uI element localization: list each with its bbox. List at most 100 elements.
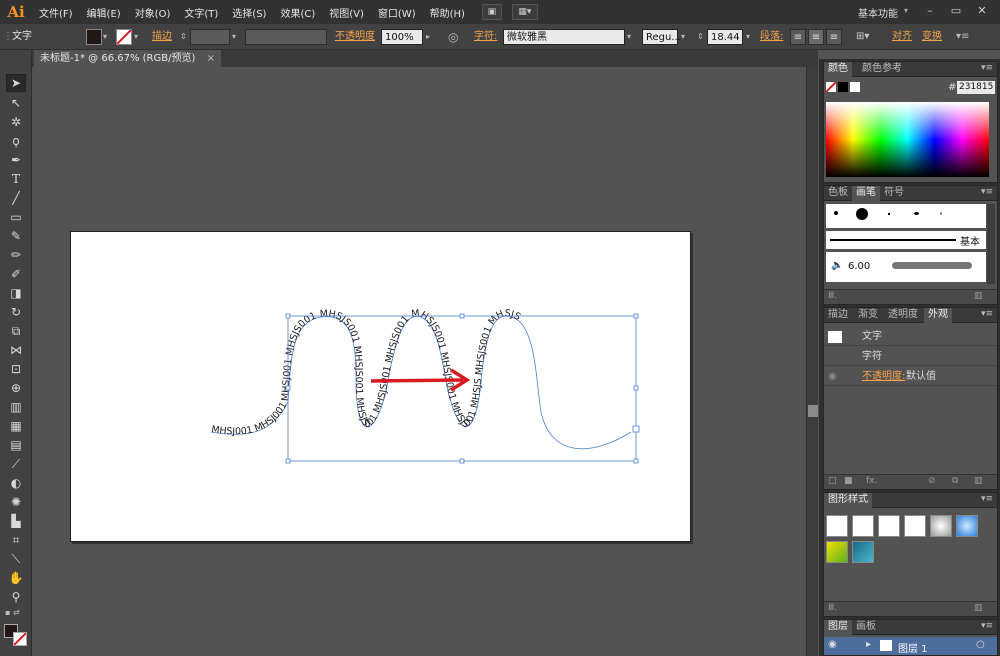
- tab-symbols[interactable]: 符号: [880, 186, 908, 201]
- brush-dot-small[interactable]: [834, 211, 838, 215]
- art-brush-row[interactable]: 🔈 6.00: [826, 252, 986, 282]
- stroke-dropdown-icon[interactable]: ▾: [134, 29, 138, 45]
- fill-dropdown-icon[interactable]: ▾: [103, 29, 107, 45]
- width-tool[interactable]: ⋈: [6, 341, 26, 359]
- font-family-field[interactable]: 微软雅黑: [503, 29, 625, 45]
- font-family-dropdown-icon[interactable]: ▾: [627, 29, 631, 45]
- tab-layers[interactable]: 图层: [824, 620, 852, 635]
- variable-width-profile[interactable]: [245, 29, 327, 45]
- pen-tool[interactable]: ✒: [6, 151, 26, 169]
- fill-color-swatch[interactable]: [86, 29, 102, 45]
- lasso-tool[interactable]: ϙ: [6, 132, 26, 150]
- font-size-dropdown-icon[interactable]: ▾: [746, 29, 750, 45]
- align-left-button[interactable]: ≡: [790, 29, 806, 45]
- restore-button[interactable]: ▭: [944, 2, 968, 20]
- menu-effect[interactable]: 效果(C): [273, 5, 322, 20]
- style-swatch-2[interactable]: [852, 515, 874, 537]
- rectangle-tool[interactable]: ▭: [6, 208, 26, 226]
- workspace-chevron-icon[interactable]: ▾: [904, 6, 908, 15]
- clear-appearance-icon[interactable]: ⊘: [928, 476, 936, 486]
- tab-transparency[interactable]: 透明度: [884, 308, 922, 323]
- style-swatch-6[interactable]: [956, 515, 978, 537]
- blob-brush-tool[interactable]: ✐: [6, 265, 26, 283]
- path-text[interactable]: MHSJ001 MHSJ001 MHSJ001 MHSJS001 MHSJS00…: [211, 308, 523, 438]
- gradient-tool[interactable]: ▤: [6, 436, 26, 454]
- mesh-tool[interactable]: ▦: [6, 417, 26, 435]
- eraser-tool[interactable]: ◨: [6, 284, 26, 302]
- pencil-tool[interactable]: ✏: [6, 246, 26, 264]
- isolate-icon[interactable]: ⊞▾: [856, 29, 869, 45]
- opacity-field[interactable]: 100%: [381, 29, 423, 45]
- menu-type[interactable]: 文字(T): [177, 5, 225, 20]
- style-swatch-5[interactable]: [930, 515, 952, 537]
- style-swatch-4[interactable]: [904, 515, 926, 537]
- rotate-tool[interactable]: ↻: [6, 303, 26, 321]
- add-stroke-icon[interactable]: □: [828, 476, 837, 486]
- magic-wand-tool[interactable]: ✲: [6, 113, 26, 131]
- paragraph-link[interactable]: 段落:: [760, 29, 783, 45]
- stroke-link[interactable]: 描边: [152, 29, 172, 45]
- duplicate-item-icon[interactable]: ⧉: [952, 476, 958, 486]
- layer-target-icon[interactable]: ○: [976, 639, 985, 650]
- opacity-link[interactable]: 不透明度: [335, 29, 375, 45]
- brush-library-icon[interactable]: Ⅲ.: [828, 291, 837, 301]
- add-effect-button[interactable]: fx.: [866, 476, 877, 486]
- appearance-characters-row[interactable]: 字符: [824, 348, 997, 366]
- style-swatch-default[interactable]: [826, 515, 848, 537]
- vertical-scrollbar[interactable]: [806, 67, 818, 656]
- tab-brushes[interactable]: 画笔: [852, 186, 880, 201]
- tab-graphic-styles[interactable]: 图形样式: [824, 493, 872, 508]
- stroke-weight-dropdown-icon[interactable]: ▾: [232, 29, 236, 45]
- shape-builder-tool[interactable]: ⊕: [6, 379, 26, 397]
- control-bar-menu-icon[interactable]: ▾≡: [956, 29, 969, 45]
- align-center-button[interactable]: ≡: [808, 29, 824, 45]
- blend-tool[interactable]: ◐: [6, 474, 26, 492]
- style-library-icon[interactable]: Ⅲ.: [828, 603, 837, 613]
- delete-style-icon[interactable]: ▥: [974, 603, 983, 613]
- default-colors-icon[interactable]: ▪ ⇄: [5, 608, 27, 618]
- hand-tool[interactable]: ✋: [6, 569, 26, 587]
- direct-selection-tool[interactable]: ↖: [6, 94, 26, 112]
- artboard[interactable]: MHSJ001 MHSJ001 MHSJ001 MHSJS001 MHSJS00…: [70, 231, 691, 542]
- tab-appearance[interactable]: 外观: [924, 308, 952, 323]
- tab-stroke[interactable]: 描边: [824, 308, 852, 323]
- align-link[interactable]: 对齐: [892, 29, 912, 45]
- delete-brush-icon[interactable]: ▥: [974, 291, 983, 301]
- recolor-icon[interactable]: ◎: [448, 29, 458, 45]
- workspace-switcher[interactable]: 基本功能: [858, 5, 898, 20]
- close-window-button[interactable]: ✕: [970, 2, 994, 20]
- document-tab[interactable]: 未标题-1* @ 66.67% (RGB/预览) ×: [34, 50, 221, 67]
- stroke-stepper-icon[interactable]: ⇕: [180, 29, 187, 45]
- paintbrush-tool[interactable]: ✎: [6, 227, 26, 245]
- selection-handles[interactable]: [285, 313, 640, 464]
- menu-file[interactable]: 文件(F): [32, 5, 80, 20]
- style-swatch-8[interactable]: [852, 541, 874, 563]
- font-style-dropdown-icon[interactable]: ▾: [681, 29, 685, 45]
- visibility-eye-icon[interactable]: ◉: [828, 368, 837, 386]
- minimize-button[interactable]: –: [918, 2, 942, 20]
- close-tab-icon[interactable]: ×: [207, 53, 215, 64]
- add-fill-icon[interactable]: ■: [844, 476, 853, 486]
- graphic-styles-menu-icon[interactable]: ▾≡: [981, 494, 993, 504]
- selection-tool[interactable]: ➤: [6, 74, 26, 92]
- delete-item-icon[interactable]: ▥: [974, 476, 983, 486]
- brush-dot-tiny[interactable]: [888, 213, 890, 215]
- tab-swatches[interactable]: 色板: [824, 186, 852, 201]
- transform-link[interactable]: 变换: [922, 29, 942, 45]
- zoom-tool[interactable]: ⚲: [6, 588, 26, 606]
- free-transform-tool[interactable]: ⊡: [6, 360, 26, 378]
- brush-dot-thin[interactable]: [940, 212, 942, 215]
- appearance-opacity-row[interactable]: ◉ 不透明度: 默认值: [824, 368, 997, 386]
- menu-edit[interactable]: 编辑(E): [80, 5, 128, 20]
- opacity-dropdown-icon[interactable]: ▸: [426, 29, 430, 45]
- white-swatch[interactable]: [850, 82, 860, 92]
- appearance-panel-menu-icon[interactable]: ▾≡: [981, 309, 993, 319]
- slice-tool[interactable]: ⟍: [6, 550, 26, 568]
- stroke-weight-field[interactable]: [190, 29, 230, 45]
- type-tool[interactable]: T: [6, 170, 26, 188]
- column-graph-tool[interactable]: ▙: [6, 512, 26, 530]
- tab-gradient[interactable]: 渐变: [854, 308, 882, 323]
- canvas-area[interactable]: MHSJ001 MHSJ001 MHSJ001 MHSJS001 MHSJS00…: [32, 67, 806, 656]
- none-swatch[interactable]: [826, 82, 836, 92]
- font-style-field[interactable]: Regu...: [642, 29, 681, 45]
